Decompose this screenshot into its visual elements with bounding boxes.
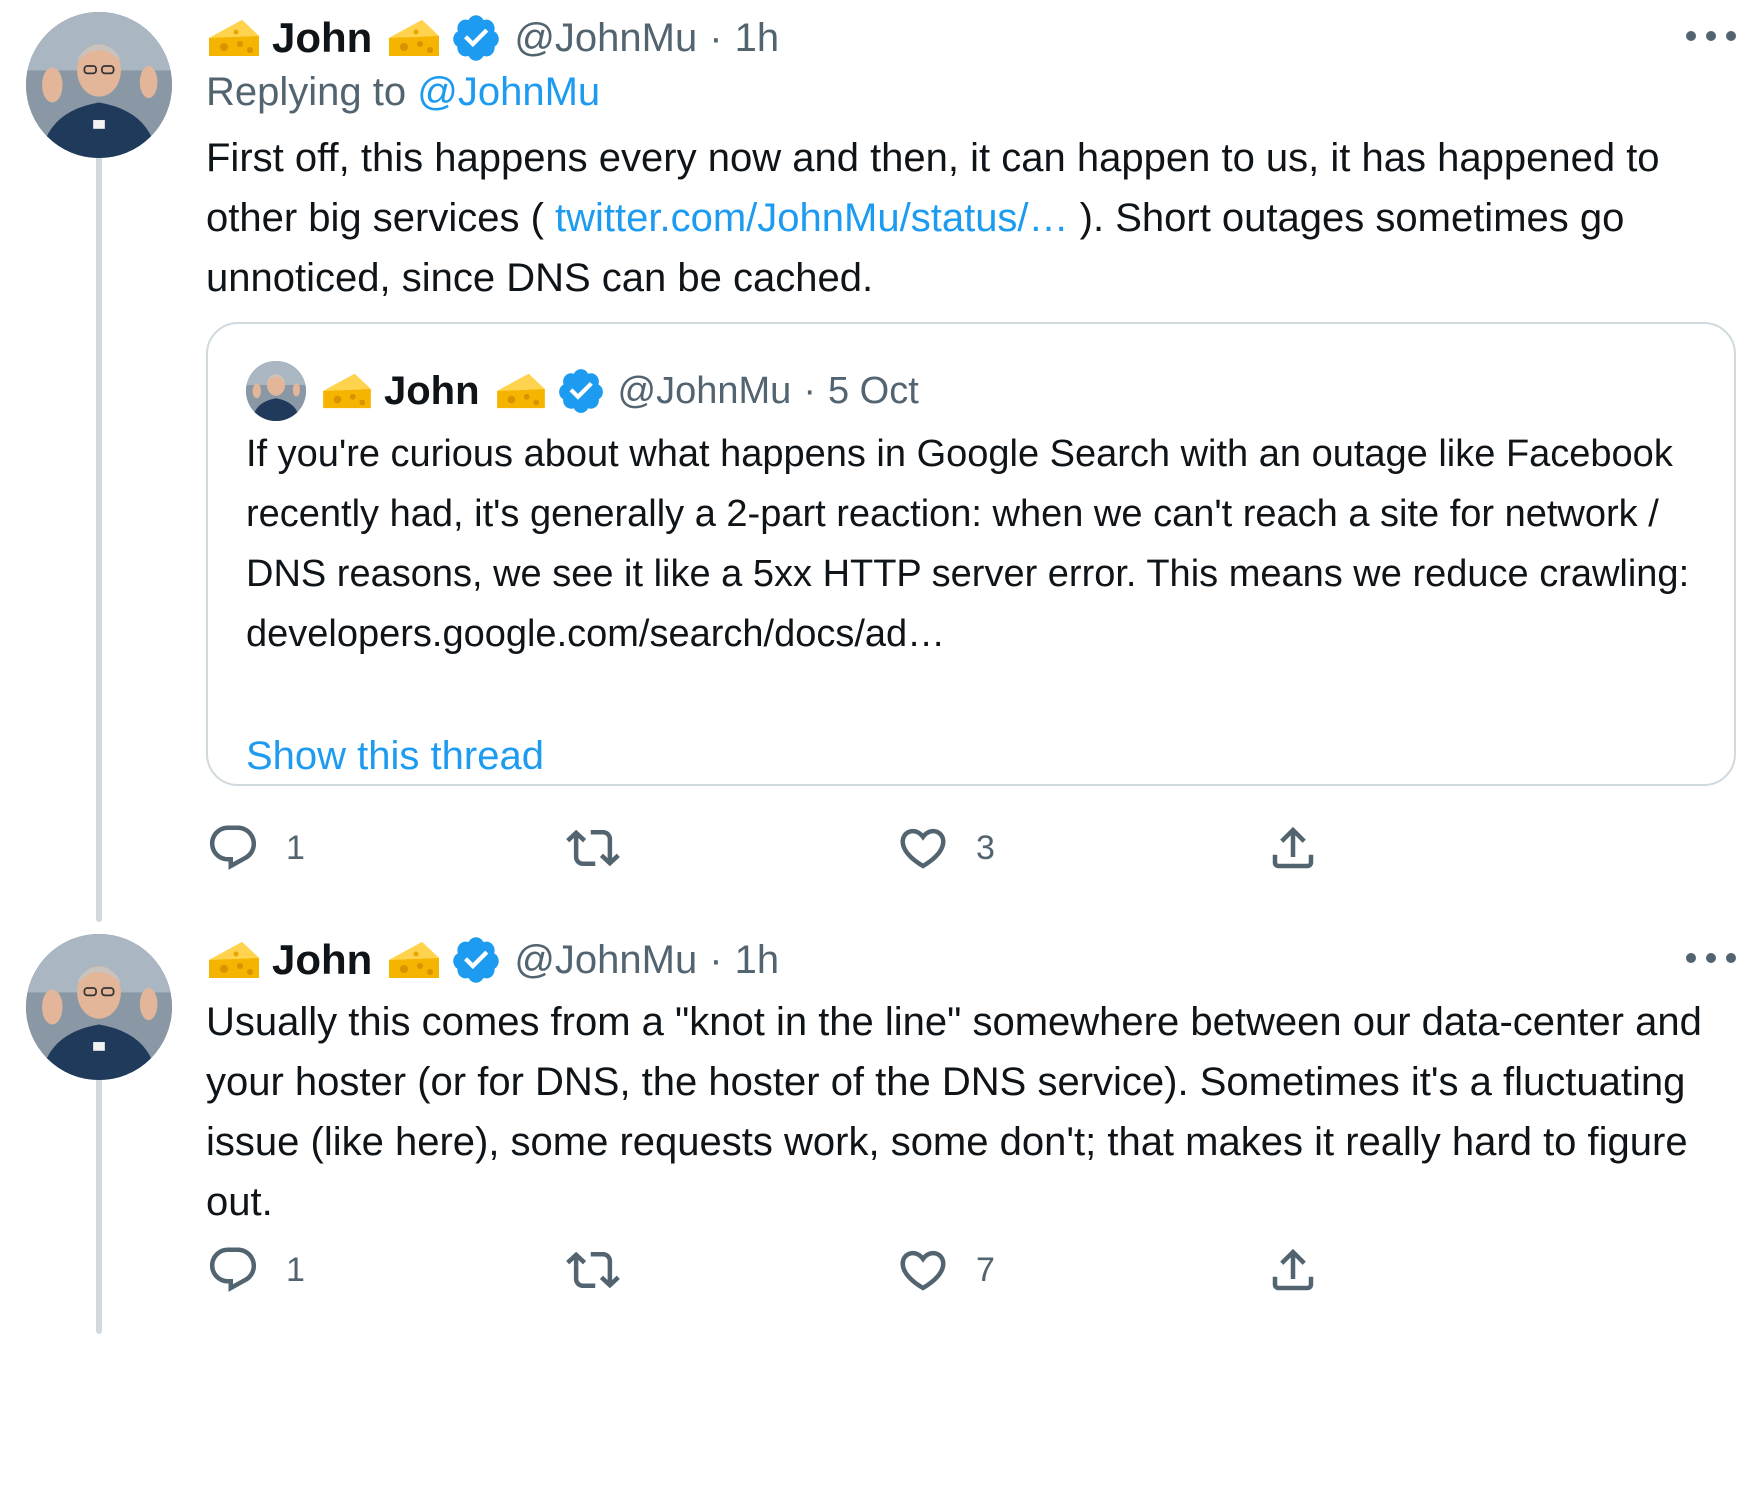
- verified-badge-icon: [450, 12, 502, 64]
- tweet-text: Usually this comes from a "knot in the l…: [206, 1000, 1702, 1224]
- quote-avatar: [246, 361, 306, 421]
- heart-icon: [900, 828, 946, 869]
- author-handle[interactable]: @JohnMu: [514, 16, 697, 61]
- thread-line-top: [96, 150, 102, 922]
- reply-button[interactable]: 1: [206, 818, 305, 878]
- status-link[interactable]: twitter.com/JohnMu/status/…: [555, 196, 1069, 240]
- timestamp[interactable]: 1h: [735, 938, 780, 983]
- cheese-icon: [386, 938, 442, 982]
- reply-count: 1: [286, 828, 305, 867]
- thread-line-bottom: [96, 1074, 102, 1334]
- separator: ·: [709, 937, 723, 982]
- like-count: 3: [976, 828, 995, 867]
- like-count: 7: [976, 1250, 995, 1289]
- tweet-header: John @JohnMu · 1h: [206, 930, 1736, 990]
- verified-badge-icon: [556, 366, 606, 416]
- avatar[interactable]: [26, 12, 172, 158]
- replying-to: Replying to @JohnMu: [206, 70, 600, 115]
- cheese-icon: [494, 370, 548, 412]
- retweet-button[interactable]: [566, 1240, 646, 1300]
- avatar-photo: [26, 12, 172, 158]
- tweet-header: John @JohnMu · 1h: [206, 8, 1736, 68]
- retweet-button[interactable]: [566, 818, 646, 878]
- tweet-actions: 1 7: [206, 1240, 1736, 1300]
- like-button[interactable]: 7: [896, 1240, 995, 1300]
- like-button[interactable]: 3: [896, 818, 995, 878]
- more-options-icon[interactable]: [1686, 16, 1736, 56]
- quote-author-name: John: [384, 368, 480, 413]
- verified-badge-icon: [450, 934, 502, 986]
- retweet-icon: [566, 1251, 620, 1289]
- reply-icon: [209, 1247, 257, 1292]
- author-name[interactable]: John: [272, 14, 372, 62]
- author-handle[interactable]: @JohnMu: [514, 938, 697, 983]
- replying-label: Replying to: [206, 70, 407, 114]
- avatar-photo: [26, 934, 172, 1080]
- tweet[interactable]: John @JohnMu · 1h Usually this comes fro…: [206, 930, 1736, 1350]
- quote-date: 5 Oct: [827, 369, 919, 412]
- author-name[interactable]: John: [272, 936, 372, 984]
- retweet-icon: [566, 829, 620, 867]
- avatar[interactable]: [26, 934, 172, 1080]
- quote-text: If you're curious about what happens in …: [246, 433, 1690, 655]
- cheese-icon: [206, 938, 262, 982]
- show-thread-link[interactable]: Show this thread: [246, 734, 544, 779]
- share-icon: [1272, 826, 1314, 869]
- quote-header: John @JohnMu · 5 Oct: [320, 360, 919, 422]
- reply-icon: [209, 825, 257, 870]
- tweet[interactable]: John @JohnMu · 1h Replying to @JohnMu Fi…: [206, 8, 1736, 928]
- quoted-tweet[interactable]: John @JohnMu · 5 Oct If you're curious a…: [206, 322, 1736, 786]
- timestamp[interactable]: 1h: [735, 16, 780, 61]
- quote-author-handle: @JohnMu: [617, 369, 792, 412]
- share-button[interactable]: [1266, 1240, 1320, 1300]
- cheese-icon: [320, 370, 374, 412]
- cheese-icon: [386, 16, 442, 60]
- reply-button[interactable]: 1: [206, 1240, 305, 1300]
- replying-handle-link[interactable]: @JohnMu: [417, 70, 600, 114]
- separator: ·: [709, 15, 723, 60]
- separator: ·: [803, 369, 816, 412]
- share-button[interactable]: [1266, 818, 1320, 878]
- more-options-icon[interactable]: [1686, 938, 1736, 978]
- share-icon: [1272, 1248, 1314, 1291]
- tweet-actions: 1 3: [206, 818, 1736, 878]
- heart-icon: [900, 1250, 946, 1291]
- tweet-text: First off, this happens every now and th…: [206, 128, 1736, 308]
- reply-count: 1: [286, 1250, 305, 1289]
- cheese-icon: [206, 16, 262, 60]
